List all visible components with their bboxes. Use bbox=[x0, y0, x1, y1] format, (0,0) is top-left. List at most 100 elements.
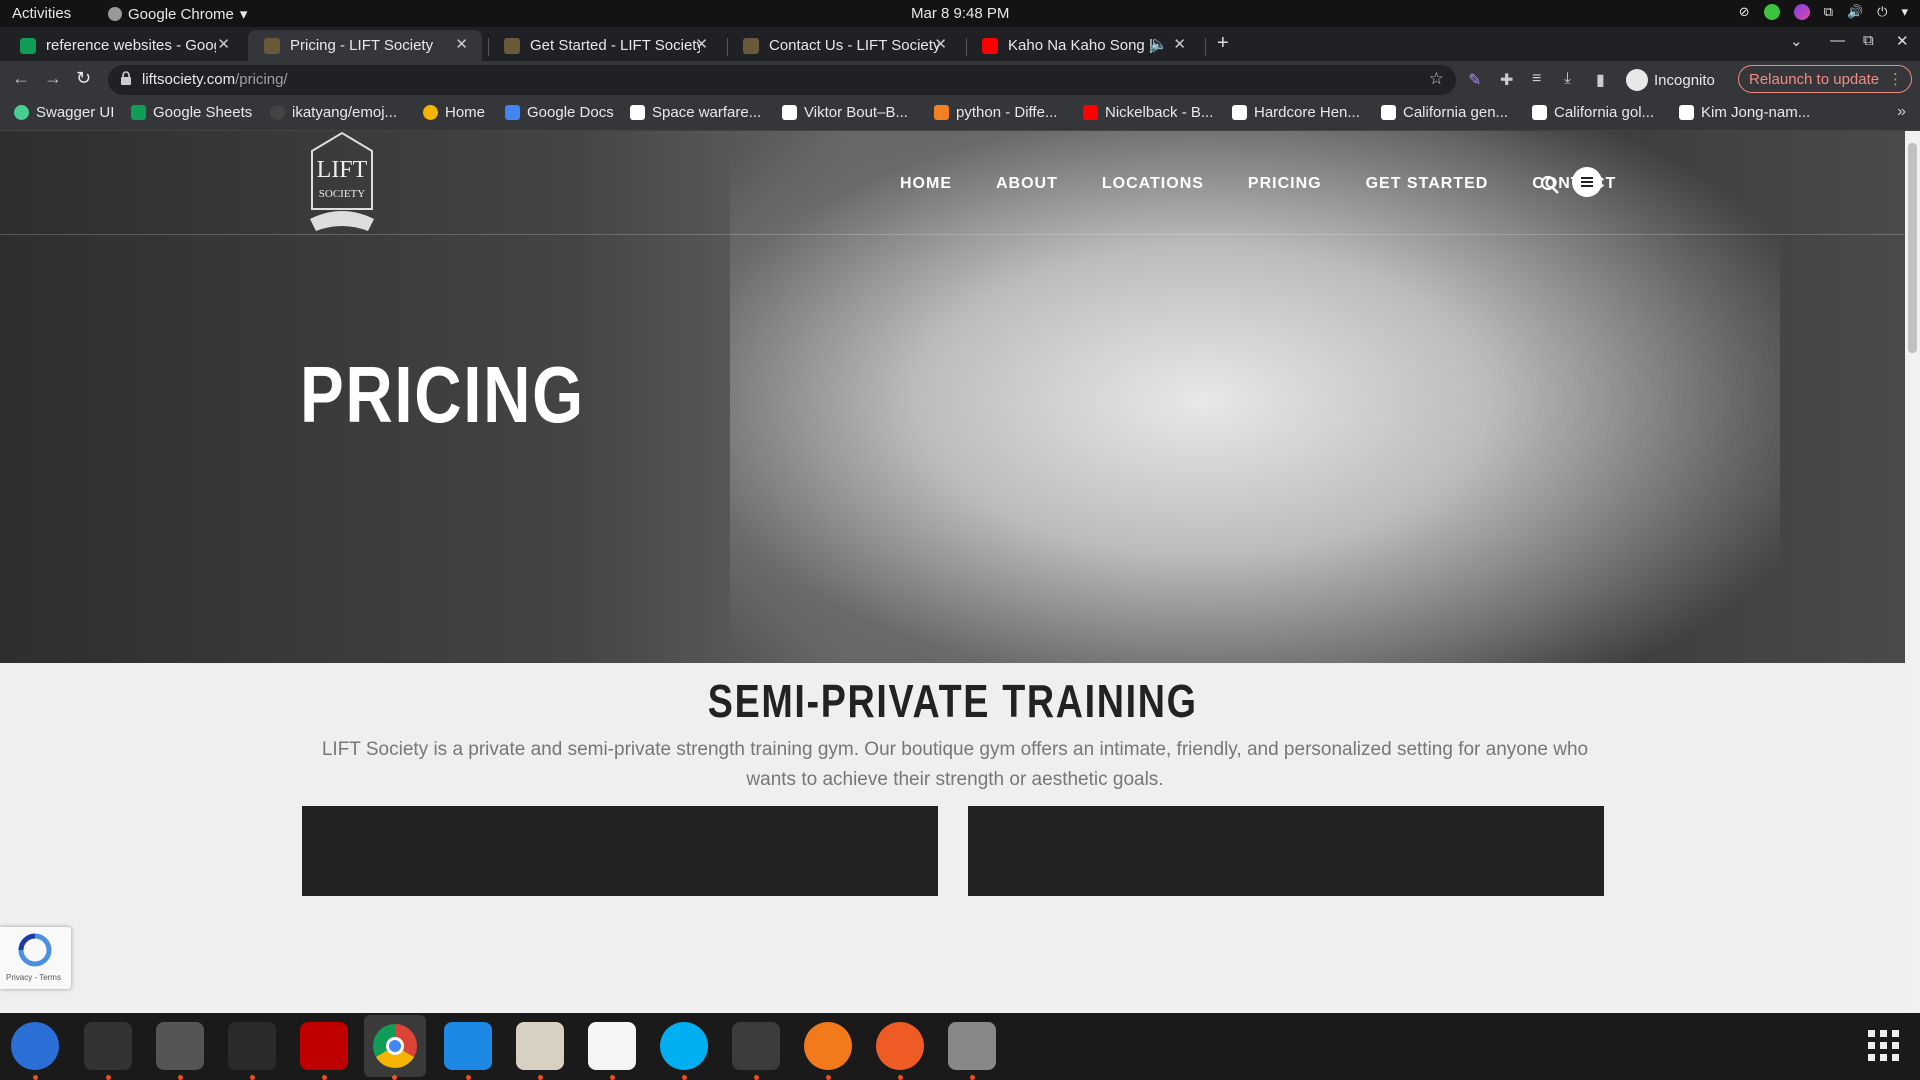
pricing-card-2[interactable] bbox=[968, 806, 1604, 896]
bookmark-star-icon[interactable]: ☆ bbox=[1429, 69, 1444, 89]
page-viewport: LIFT SOCIETY HOME ABOUT LOCATIONS PRICIN… bbox=[0, 131, 1905, 1013]
nav-about[interactable]: ABOUT bbox=[996, 175, 1058, 193]
back-icon[interactable]: ← bbox=[12, 68, 30, 89]
bookmark-item[interactable]: Home bbox=[423, 104, 485, 121]
lift-society-logo[interactable]: LIFT SOCIETY bbox=[302, 131, 382, 235]
scrollbar-thumb[interactable] bbox=[1908, 143, 1917, 353]
tab-title: Get Started - LIFT Society bbox=[530, 37, 700, 54]
feather-extension-icon[interactable]: ✎ bbox=[1468, 70, 1481, 90]
files-icon[interactable] bbox=[516, 1022, 564, 1070]
bookmark-item[interactable]: ikatyang/emoj... bbox=[270, 104, 397, 121]
tab-reference[interactable]: reference websites - Goog ✕ bbox=[4, 30, 244, 61]
system-top-bar: Activities Google Chrome ▾ Mar 8 9:48 PM… bbox=[0, 0, 1920, 27]
section-description: LIFT Society is a private and semi-priva… bbox=[321, 739, 1589, 790]
page-scrollbar[interactable] bbox=[1905, 131, 1920, 1013]
chrome-dock-slot[interactable] bbox=[364, 1015, 426, 1077]
pricing-card-1[interactable] bbox=[302, 806, 938, 896]
search-icon[interactable] bbox=[1540, 175, 1560, 195]
forward-icon[interactable]: → bbox=[44, 68, 62, 89]
bookmark-label: Swagger UI bbox=[36, 104, 115, 121]
relaunch-button[interactable]: Relaunch to update ⋮ bbox=[1738, 65, 1912, 93]
bookmark-item[interactable]: Space warfare... bbox=[630, 104, 761, 121]
extension-tray-icon[interactable] bbox=[1793, 4, 1810, 20]
vscode-icon[interactable] bbox=[444, 1022, 492, 1070]
nav-home[interactable]: HOME bbox=[900, 175, 952, 193]
extensions-icon[interactable]: ✚ bbox=[1500, 70, 1513, 90]
lock-icon[interactable] bbox=[121, 71, 131, 85]
bookmark-item[interactable]: California gol... bbox=[1532, 104, 1654, 121]
volume-icon[interactable]: 🔊 bbox=[1847, 4, 1863, 20]
download-icon[interactable]: ⤓ bbox=[1564, 70, 1571, 88]
minimize-icon[interactable]: — bbox=[1830, 32, 1845, 49]
system-monitor-icon[interactable] bbox=[228, 1022, 276, 1070]
restore-icon[interactable]: ⧉ bbox=[1863, 32, 1874, 49]
network-icon[interactable]: ⧉ bbox=[1824, 4, 1833, 20]
nav-pricing[interactable]: PRICING bbox=[1248, 175, 1322, 193]
tab-youtube[interactable]: Kaho Na Kaho Song | 4 🔈 ✕ bbox=[966, 30, 1200, 61]
close-window-icon[interactable]: ✕ bbox=[1896, 32, 1909, 50]
tab-contact[interactable]: Contact Us - LIFT Society ✕ bbox=[727, 30, 961, 61]
nav-get-started[interactable]: GET STARTED bbox=[1366, 175, 1489, 193]
blaze-icon[interactable] bbox=[804, 1022, 852, 1070]
tab-pricing[interactable]: Pricing - LIFT Society ✕ bbox=[248, 30, 482, 61]
check-icon[interactable] bbox=[1763, 4, 1780, 20]
disk-icon[interactable] bbox=[948, 1022, 996, 1070]
calculator-icon[interactable] bbox=[156, 1022, 204, 1070]
nav-locations[interactable]: LOCATIONS bbox=[1102, 175, 1204, 193]
incognito-label: Incognito bbox=[1654, 71, 1715, 89]
recaptcha-badge[interactable]: Privacy - Terms bbox=[0, 927, 71, 989]
bookmark-item[interactable]: Viktor Bout–B... bbox=[782, 104, 908, 121]
bookmark-item[interactable]: Nickelback - B... bbox=[1083, 104, 1213, 121]
address-bar[interactable]: liftsociety.com/pricing/ ☆ bbox=[108, 65, 1456, 95]
bookmark-label: Home bbox=[445, 104, 486, 121]
running-indicator bbox=[610, 1075, 615, 1080]
running-indicator bbox=[970, 1075, 975, 1080]
thunderbird-icon[interactable] bbox=[11, 1022, 59, 1070]
media-control-icon[interactable]: ≡ bbox=[1532, 70, 1541, 88]
tab-title: Contact Us - LIFT Society bbox=[769, 37, 939, 54]
chrome-small-icon bbox=[108, 7, 122, 21]
wikipedia-icon bbox=[1679, 105, 1694, 120]
bookmark-item[interactable]: python - Diffe... bbox=[934, 104, 1057, 121]
filezilla-icon[interactable] bbox=[300, 1022, 348, 1070]
chevron-down-icon[interactable]: ▾ bbox=[1901, 4, 1908, 20]
more-bookmarks-icon[interactable]: » bbox=[1897, 103, 1906, 121]
url-path: /pricing/ bbox=[235, 71, 288, 88]
speaker-icon[interactable]: 🔈 bbox=[1149, 35, 1168, 53]
close-icon[interactable]: ✕ bbox=[455, 35, 468, 53]
close-icon[interactable]: ✕ bbox=[934, 35, 947, 53]
bookmark-label: python - Diffe... bbox=[956, 104, 1058, 121]
postman-icon[interactable] bbox=[876, 1022, 924, 1070]
sublime-icon[interactable] bbox=[732, 1022, 780, 1070]
clock[interactable]: Mar 8 9:48 PM bbox=[911, 5, 1009, 22]
bookmark-item[interactable]: Swagger UI bbox=[14, 104, 114, 121]
hamburger-menu-icon[interactable] bbox=[1572, 167, 1602, 197]
incognito-badge[interactable]: Incognito bbox=[1626, 65, 1715, 95]
power-icon[interactable]: ⏻ bbox=[1877, 4, 1887, 20]
bookmark-label: Space warfare... bbox=[652, 104, 762, 121]
skype-icon[interactable] bbox=[660, 1022, 708, 1070]
running-indicator bbox=[898, 1075, 903, 1080]
app-menu[interactable]: Google Chrome ▾ bbox=[108, 5, 247, 23]
text-editor-icon[interactable] bbox=[588, 1022, 636, 1070]
recaptcha-terms[interactable]: Privacy - Terms bbox=[6, 973, 61, 982]
close-icon[interactable]: ✕ bbox=[1173, 35, 1186, 53]
system-tray[interactable]: ⊘ ⧉ 🔊 ⏻ ▾ bbox=[1739, 4, 1908, 20]
close-icon[interactable]: ✕ bbox=[695, 35, 708, 53]
terminal-icon[interactable] bbox=[84, 1022, 132, 1070]
reload-icon[interactable]: ↻ bbox=[76, 68, 91, 89]
bookmark-item[interactable]: Google Docs bbox=[505, 104, 614, 121]
bookmark-item[interactable]: California gen... bbox=[1381, 104, 1508, 121]
close-icon[interactable]: ✕ bbox=[217, 35, 230, 53]
side-panel-icon[interactable]: ▮ bbox=[1596, 70, 1605, 90]
tab-get-started[interactable]: Get Started - LIFT Society ✕ bbox=[488, 30, 722, 61]
new-tab-button[interactable]: + bbox=[1217, 32, 1229, 55]
tab-search-icon[interactable]: ⌄ bbox=[1790, 32, 1803, 50]
bookmark-item[interactable]: Google Sheets bbox=[131, 104, 252, 121]
bookmark-label: California gen... bbox=[1403, 104, 1509, 121]
show-apps-icon[interactable] bbox=[1868, 1030, 1899, 1061]
bookmark-item[interactable]: Kim Jong-nam... bbox=[1679, 104, 1810, 121]
bookmark-item[interactable]: Hardcore Hen... bbox=[1232, 104, 1360, 121]
activities-button[interactable]: Activities bbox=[12, 5, 71, 22]
no-entry-icon[interactable]: ⊘ bbox=[1739, 4, 1750, 20]
